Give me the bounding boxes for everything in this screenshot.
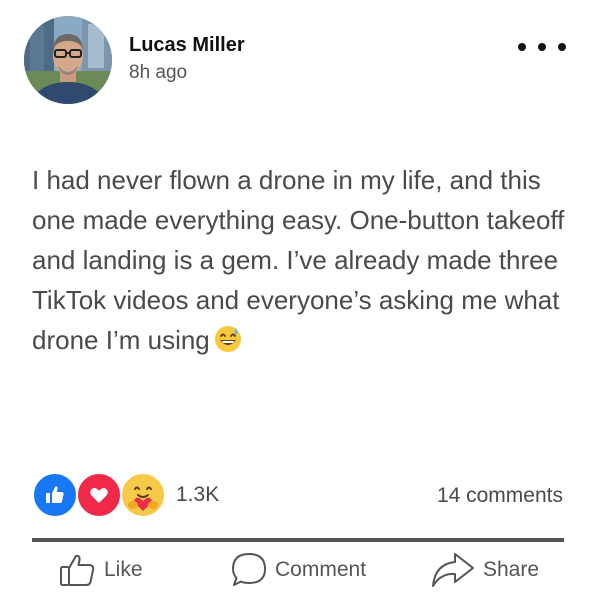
comment-button[interactable]: Comment xyxy=(229,548,366,592)
divider xyxy=(32,538,564,542)
social-post: Lucas Miller 8h ago I had never flown a … xyxy=(0,0,600,600)
avatar[interactable] xyxy=(24,16,112,104)
author-name[interactable]: Lucas Miller xyxy=(129,34,245,57)
post-body: I had never flown a drone in my life, an… xyxy=(32,160,572,364)
like-label: Like xyxy=(104,558,143,581)
more-dot-icon xyxy=(538,43,546,51)
reaction-count: 1.3K xyxy=(176,483,220,506)
speech-bubble-icon xyxy=(229,550,269,590)
thumbs-up-icon xyxy=(58,552,98,588)
share-arrow-icon xyxy=(429,550,477,590)
share-label: Share xyxy=(483,558,540,581)
post-text: I had never flown a drone in my life, an… xyxy=(32,165,565,355)
profile-photo xyxy=(24,16,112,104)
sweat-smile-emoji-icon xyxy=(214,324,242,364)
more-options-button[interactable] xyxy=(518,36,566,58)
more-dot-icon xyxy=(558,43,566,51)
share-button[interactable]: Share xyxy=(429,548,539,592)
care-reaction-icon xyxy=(120,472,166,518)
comment-label: Comment xyxy=(275,558,367,581)
like-reaction-icon xyxy=(32,472,78,518)
love-reaction-icon xyxy=(76,472,122,518)
post-timestamp[interactable]: 8h ago xyxy=(129,62,187,84)
comments-count-link[interactable]: 14 comments xyxy=(437,484,563,508)
like-button[interactable]: Like xyxy=(58,548,143,592)
reactions-summary[interactable]: 1.3K xyxy=(32,472,219,518)
more-dot-icon xyxy=(518,43,526,51)
